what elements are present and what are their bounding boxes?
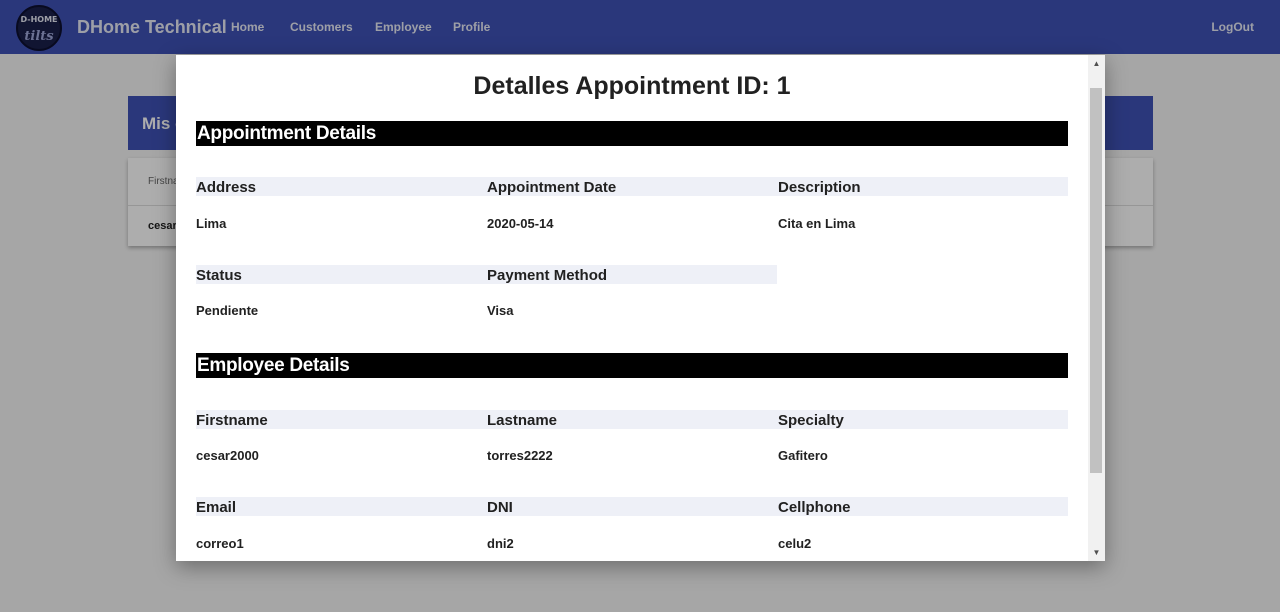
label-row: Address Appointment Date Description <box>196 177 1068 196</box>
lastname-value: torres2222 <box>487 448 553 463</box>
dni-label: DNI <box>487 499 513 516</box>
dialog-title: Detalles Appointment ID: 1 <box>473 72 791 100</box>
email-label: Email <box>196 499 237 516</box>
description-label: Description <box>778 179 861 196</box>
firstname-value: cesar2000 <box>196 448 259 463</box>
employee-details-title: Employee Details <box>197 355 350 376</box>
appointment-date-value: 2020-05-14 <box>487 216 554 231</box>
cellphone-value: celu2 <box>778 536 812 551</box>
scroll-down-arrow-icon[interactable]: ▼ <box>1088 544 1105 561</box>
description-value: Cita en Lima <box>778 216 856 231</box>
address-label: Address <box>196 179 257 196</box>
appointment-date-label: Appointment Date <box>487 179 617 196</box>
status-label: Status <box>196 267 242 284</box>
lastname-label: Lastname <box>487 412 558 429</box>
appointment-details-dialog: Detalles Appointment ID: 1 Appointment D… <box>176 55 1105 561</box>
appointment-details-title: Appointment Details <box>197 123 377 144</box>
specialty-value: Gafitero <box>778 448 828 463</box>
dialog-content: Detalles Appointment ID: 1 Appointment D… <box>176 55 1088 561</box>
email-value: correo1 <box>196 536 244 551</box>
scroll-up-arrow-icon[interactable]: ▲ <box>1088 55 1105 72</box>
label-row: Firstname Lastname Specialty <box>196 410 1068 429</box>
firstname-label: Firstname <box>196 412 268 429</box>
payment-method-value: Visa <box>487 303 514 318</box>
scrollbar-thumb[interactable] <box>1090 88 1102 473</box>
status-value: Pendiente <box>196 303 259 318</box>
payment-method-label: Payment Method <box>487 267 608 284</box>
dialog-scrollbar[interactable]: ▲ ▼ <box>1088 55 1105 561</box>
specialty-label: Specialty <box>778 412 844 429</box>
appointment-details-header: Appointment Details <box>196 121 1068 146</box>
cellphone-label: Cellphone <box>778 499 851 516</box>
address-value: Lima <box>196 216 227 231</box>
employee-details-header: Employee Details <box>196 353 1068 378</box>
dni-value: dni2 <box>487 536 514 551</box>
label-row: Email DNI Cellphone <box>196 497 1068 516</box>
label-row: Status Payment Method <box>196 265 777 284</box>
